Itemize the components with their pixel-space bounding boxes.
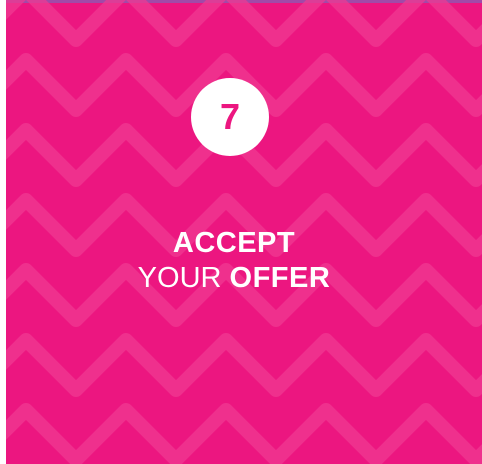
heading-line-1: ACCEPT xyxy=(6,226,462,261)
heading-your: YOUR xyxy=(137,261,222,294)
heading-line-2: YOUR OFFER xyxy=(6,261,462,296)
step-card: 7 ACCEPT YOUR OFFER xyxy=(6,0,482,464)
step-heading: ACCEPT YOUR OFFER xyxy=(6,226,462,296)
step-number-badge: 7 xyxy=(191,78,269,156)
heading-offer: OFFER xyxy=(229,261,331,294)
heading-accept: ACCEPT xyxy=(172,227,296,259)
step-number: 7 xyxy=(219,96,241,137)
